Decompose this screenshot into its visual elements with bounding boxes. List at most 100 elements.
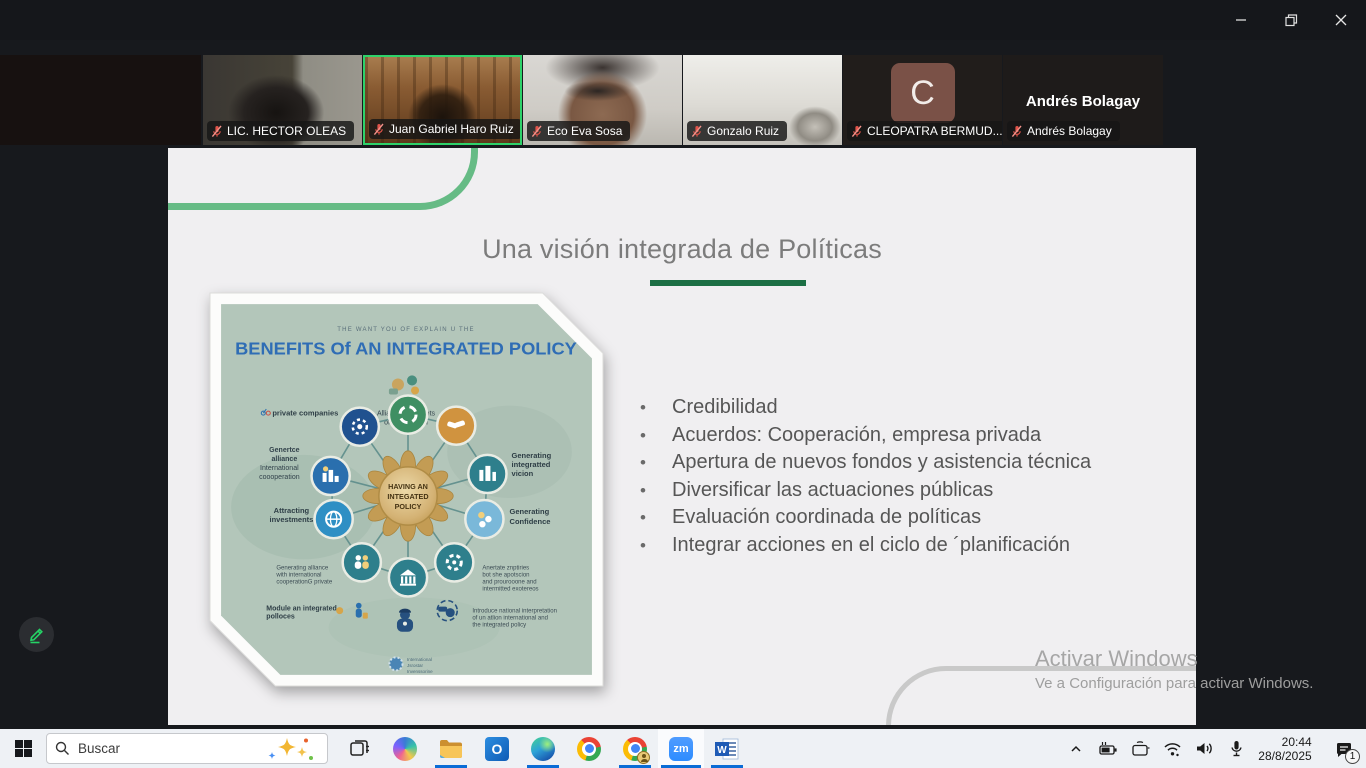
video-tile-avatar[interactable]: C CLEOPATRA BERMUD... xyxy=(843,55,1002,145)
label-bottom-left: with international xyxy=(275,572,321,578)
footer-logo-text: Invenssorine xyxy=(407,669,433,674)
video-tile-active-speaker[interactable]: Juan Gabriel Haro Ruiz xyxy=(363,55,522,145)
volume-status[interactable] xyxy=(1188,729,1220,768)
poster-caption: THE WANT YOU OF EXPLAIN U THE xyxy=(337,327,474,333)
label-generating-confidence: Confidence xyxy=(510,517,551,526)
participant-name: Gonzalo Ruiz xyxy=(707,124,779,138)
video-tile[interactable]: LIC. HECTOR OLEAS xyxy=(203,55,362,145)
bank-node-icon xyxy=(389,558,427,596)
bullet-item: Integrar acciones en el ciclo de ´planif… xyxy=(638,532,1100,560)
muted-mic-icon xyxy=(851,125,863,138)
cooperation-node-icon xyxy=(341,408,379,446)
speaker-icon xyxy=(1194,739,1215,758)
shared-slide: Una visión integrada de Políticas Credib… xyxy=(168,148,1196,725)
system-tray: 20:44 28/8/2025 1 xyxy=(1060,729,1366,768)
label-attracting-investments: Attracting xyxy=(274,506,310,515)
label-private-companies: private companies xyxy=(272,409,338,418)
label-integrated-vision: integratted xyxy=(512,460,551,469)
label-generic-alliance: Genertce xyxy=(269,447,300,454)
annotation-pencil-button[interactable] xyxy=(19,617,54,652)
muted-mic-icon xyxy=(1011,125,1023,138)
label-generating-confidence: Generating xyxy=(510,507,550,516)
zoom-icon: zm xyxy=(669,737,693,761)
label-intl-cooperation: International xyxy=(260,465,299,472)
participant-filmstrip: LIC. HECTOR OLEAS Juan Gabriel Haro Ruiz… xyxy=(0,40,1366,148)
word-icon: W xyxy=(715,738,739,760)
label-module-integrated: polloces xyxy=(266,614,295,621)
hidden-icons-button[interactable] xyxy=(1060,729,1092,768)
label-bottom-right2: Introduce national interpretation xyxy=(472,609,557,615)
file-explorer-button[interactable] xyxy=(428,729,474,768)
start-button[interactable] xyxy=(0,729,46,768)
participant-name: CLEOPATRA BERMUD... xyxy=(867,124,1002,138)
label-integrated-vision: vicion xyxy=(512,469,534,478)
taskbar-search-box[interactable] xyxy=(46,733,328,764)
restore-button[interactable] xyxy=(1266,0,1316,40)
title-underline xyxy=(650,280,806,286)
participant-name: Juan Gabriel Haro Ruiz xyxy=(389,122,514,136)
label-bottom-right2: of un atlion international and xyxy=(472,616,548,622)
label-bottom-right: Anertate znptiries xyxy=(482,565,529,571)
center-badge-text: INTEGATED xyxy=(387,492,428,501)
chrome-button[interactable] xyxy=(566,729,612,768)
footer-logo-icon xyxy=(389,657,402,670)
video-tile[interactable]: Gonzalo Ruiz xyxy=(683,55,842,145)
video-tile[interactable]: Eco Eva Sosa xyxy=(523,55,682,145)
muted-mic-icon xyxy=(373,123,385,136)
label-intl-cooperation: coooperation xyxy=(259,474,300,481)
task-view-button[interactable] xyxy=(336,729,382,768)
participant-name-tag: CLEOPATRA BERMUD... xyxy=(847,121,1002,141)
bullet-item: Acuerdos: Cooperación, empresa privada xyxy=(638,422,1100,450)
label-bottom-right: bot she apotscion xyxy=(482,572,529,578)
tray-time: 20:44 xyxy=(1258,735,1311,749)
poster-title: BENEFITS Of AN INTEGRATED POLICY xyxy=(235,339,577,358)
video-tile-name-only[interactable]: Andrés Bolagay Andrés Bolagay xyxy=(1003,55,1163,145)
participant-name: LIC. HECTOR OLEAS xyxy=(227,124,346,138)
label-integrated-vision: Generating xyxy=(512,451,552,460)
zoom-app-button[interactable]: zm xyxy=(658,729,704,768)
action-center-button[interactable]: 1 xyxy=(1322,729,1366,768)
chrome-icon xyxy=(577,737,601,761)
bullet-item: Evaluación coordinada de políticas xyxy=(638,504,1100,532)
close-button[interactable] xyxy=(1316,0,1366,40)
copilot-button[interactable] xyxy=(382,729,428,768)
footer-logo-text: Jsrostar xyxy=(407,663,424,668)
zoom-meeting-window: LIC. HECTOR OLEAS Juan Gabriel Haro Ruiz… xyxy=(0,0,1366,768)
microphone-status[interactable] xyxy=(1220,729,1252,768)
video-tile-partial[interactable] xyxy=(0,55,201,145)
slide-title: Una visión integrada de Políticas xyxy=(168,234,1196,265)
participant-name-tag: LIC. HECTOR OLEAS xyxy=(207,121,354,141)
close-icon xyxy=(1335,14,1347,26)
search-icon xyxy=(55,741,70,756)
city-investment-node-icon xyxy=(312,457,350,495)
wireless-display-status[interactable] xyxy=(1124,729,1156,768)
coins-node-icon xyxy=(465,500,503,538)
slide-gray-curve-decoration xyxy=(886,666,1196,725)
pencil-icon xyxy=(27,625,46,644)
search-input[interactable] xyxy=(78,741,228,756)
label-bottom-right: and prourooone and xyxy=(482,579,536,585)
battery-status[interactable] xyxy=(1092,729,1124,768)
edge-button[interactable] xyxy=(520,729,566,768)
word-button[interactable]: W xyxy=(704,729,750,768)
participant-name-tag: Andrés Bolagay xyxy=(1007,121,1120,141)
notification-count-badge: 1 xyxy=(1345,749,1360,764)
outlook-button[interactable]: O xyxy=(474,729,520,768)
footer-logo-text: International xyxy=(407,657,432,662)
edge-icon xyxy=(531,737,555,761)
muted-mic-icon xyxy=(211,125,223,138)
bullet-item: Diversificar las actuaciones públicas xyxy=(638,477,1100,505)
copilot-icon xyxy=(393,737,417,761)
network-status[interactable] xyxy=(1156,729,1188,768)
minimize-button[interactable] xyxy=(1216,0,1266,40)
chrome-profile-button[interactable] xyxy=(612,729,658,768)
participant-name-tag: Eco Eva Sosa xyxy=(527,121,630,141)
bullet-item: Apertura de nuevos fondos y asistencia t… xyxy=(638,449,1100,477)
participant-name: Eco Eva Sosa xyxy=(547,124,622,138)
muted-mic-icon xyxy=(691,125,703,138)
participant-name-tag: Gonzalo Ruiz xyxy=(687,121,787,141)
recycle-node-icon xyxy=(389,396,427,434)
microphone-icon xyxy=(1227,739,1246,758)
bullet-item: Credibilidad xyxy=(638,394,1100,422)
clock[interactable]: 20:44 28/8/2025 xyxy=(1252,729,1322,768)
